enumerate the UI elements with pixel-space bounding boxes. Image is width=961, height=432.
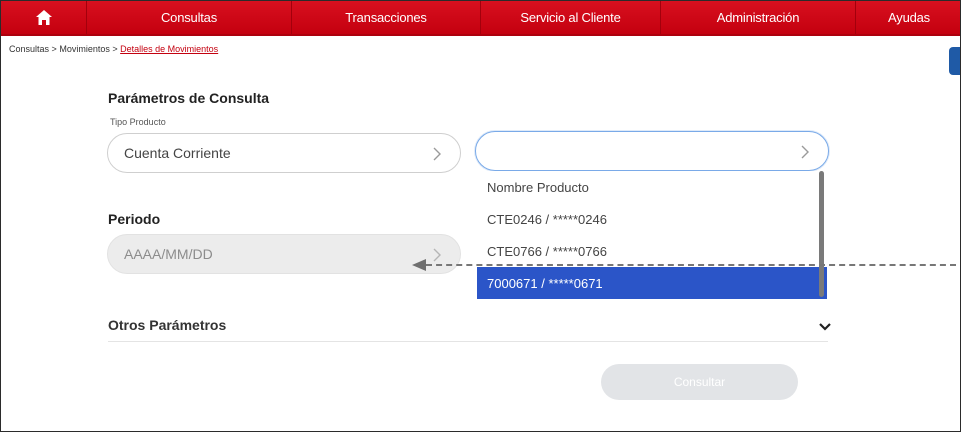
periodo-date-field[interactable]: AAAA/MM/DD [107, 234, 461, 274]
producto-select[interactable] [475, 131, 829, 171]
arrow-left-icon [412, 259, 426, 271]
nav-administracion[interactable]: Administración [661, 1, 856, 34]
divider [108, 341, 828, 342]
dropdown-option[interactable]: Nombre Producto [477, 171, 827, 203]
dropdown-scrollbar[interactable] [819, 171, 824, 297]
breadcrumb-consultas[interactable]: Consultas [9, 44, 49, 54]
breadcrumb-current[interactable]: Detalles de Movimientos [120, 44, 218, 54]
producto-dropdown-list: Nombre Producto CTE0246 / *****0246 CTE0… [477, 171, 827, 299]
dropdown-option[interactable]: CTE0246 / *****0246 [477, 203, 827, 235]
nav-transacciones[interactable]: Transacciones [292, 1, 481, 34]
periodo-placeholder: AAAA/MM/DD [124, 246, 213, 262]
top-nav: Consultas Transacciones Servicio al Clie… [1, 1, 960, 36]
dropdown-option-selected[interactable]: 7000671 / *****0671 [477, 267, 827, 299]
breadcrumb-separator: > [112, 44, 118, 54]
chevron-right-icon [801, 145, 809, 159]
otros-parametros-toggle[interactable]: Otros Parámetros [108, 317, 226, 333]
nav-consultas[interactable]: Consultas [87, 1, 292, 34]
app-frame: Consultas Transacciones Servicio al Clie… [0, 0, 961, 432]
dropdown-option[interactable]: CTE0766 / *****0766 [477, 235, 827, 267]
nav-servicio-cliente[interactable]: Servicio al Cliente [481, 1, 661, 34]
tipo-producto-value: Cuenta Corriente [124, 145, 231, 161]
chevron-down-icon[interactable] [818, 321, 832, 333]
side-tab[interactable] [949, 47, 960, 75]
tipo-producto-label: Tipo Producto [110, 117, 166, 127]
home-button[interactable] [1, 1, 87, 34]
chevron-right-icon [433, 147, 441, 161]
annotation-dashed-line [426, 264, 956, 266]
consultar-button[interactable]: Consultar [601, 364, 798, 400]
breadcrumb-separator: > [51, 44, 57, 54]
section-title-parametros: Parámetros de Consulta [108, 90, 270, 106]
section-title-periodo: Periodo [108, 211, 161, 227]
breadcrumb: Consultas > Movimientos > Detalles de Mo… [9, 44, 218, 54]
chevron-right-icon [433, 248, 441, 262]
nav-ayudas[interactable]: Ayudas [856, 1, 960, 34]
breadcrumb-movimientos[interactable]: Movimientos [59, 44, 110, 54]
tipo-producto-select[interactable]: Cuenta Corriente [107, 133, 461, 173]
home-icon [35, 10, 52, 25]
